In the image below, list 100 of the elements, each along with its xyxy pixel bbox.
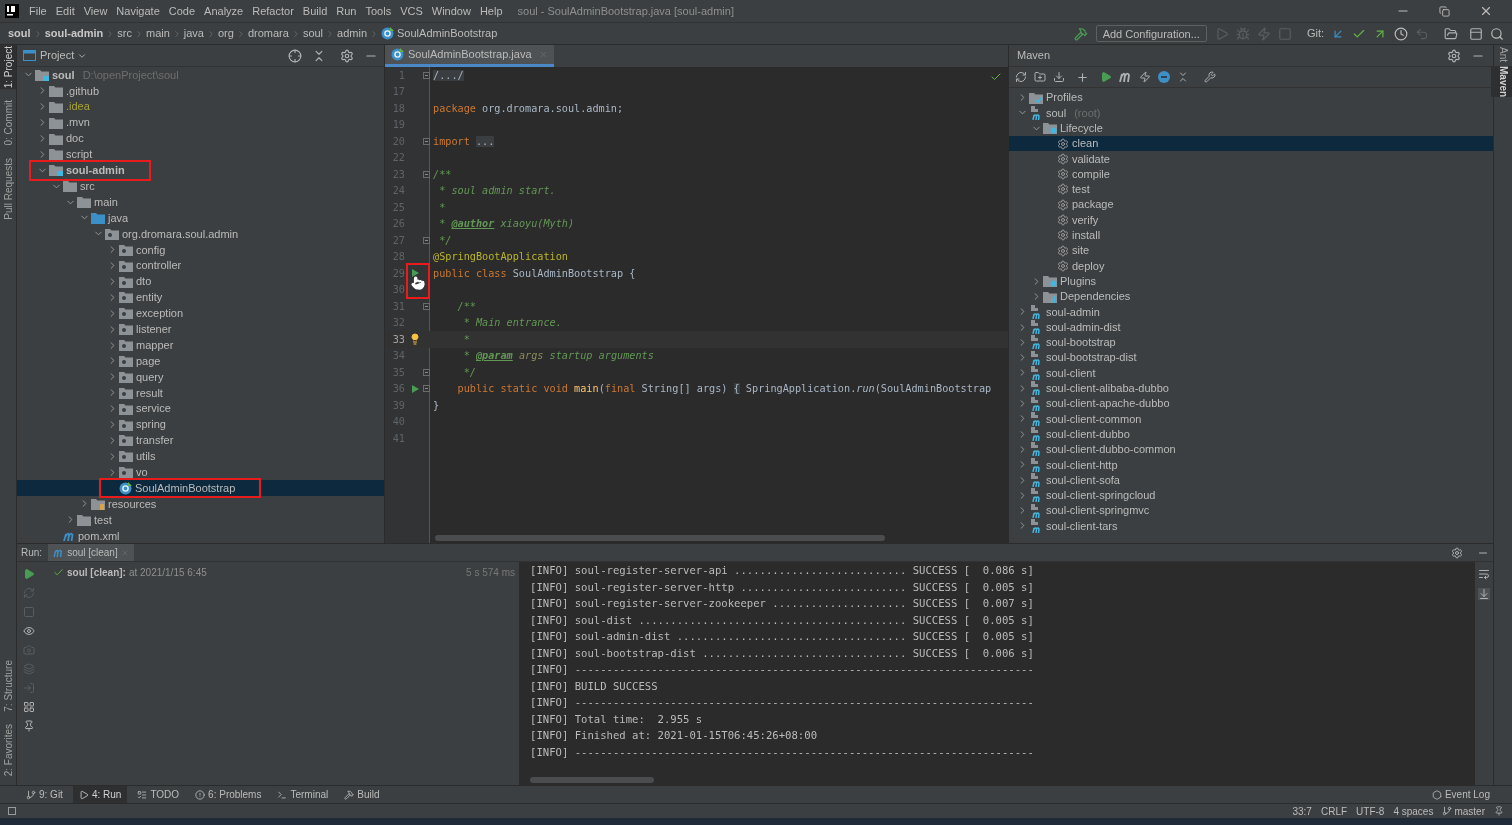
- tree-item[interactable]: Lifecycle: [1009, 120, 1493, 136]
- tree-item[interactable]: .github: [17, 82, 384, 99]
- maven-goal-icon[interactable]: [1119, 72, 1132, 82]
- menu-item[interactable]: Navigate: [112, 2, 164, 20]
- tree-item[interactable]: config: [17, 241, 384, 258]
- tree-item[interactable]: result: [17, 384, 384, 401]
- menu-item[interactable]: Window: [427, 2, 475, 20]
- rerun-icon[interactable]: [23, 568, 35, 580]
- menu-item[interactable]: Code: [164, 2, 200, 20]
- breadcrumb[interactable]: soul-admin: [44, 25, 104, 42]
- debug-icon[interactable]: [1235, 26, 1250, 41]
- restart-icon[interactable]: [23, 587, 35, 599]
- tree-item[interactable]: soul-client-springmvc: [1009, 503, 1493, 519]
- fold-icon[interactable]: [422, 170, 430, 178]
- breadcrumb[interactable]: dromara: [247, 25, 289, 42]
- tool-window-tab[interactable]: Build: [338, 786, 386, 803]
- tree-item[interactable]: vo: [17, 464, 384, 481]
- run-tab[interactable]: soul [clean]: [48, 544, 134, 561]
- menu-item[interactable]: Edit: [51, 2, 79, 20]
- camera-icon[interactable]: [23, 644, 35, 656]
- tree-item[interactable]: test: [1009, 181, 1493, 198]
- tree-item[interactable]: soul-client-common: [1009, 411, 1493, 427]
- scroll-to-end-icon[interactable]: [1478, 588, 1490, 600]
- tree-item[interactable]: soul-client-springcloud: [1009, 487, 1493, 503]
- add-icon[interactable]: [1076, 70, 1089, 84]
- run-configuration-dropdown[interactable]: Add Configuration...: [1095, 25, 1207, 42]
- status-item[interactable]: CRLF: [1320, 803, 1348, 819]
- tool-window-tab[interactable]: Pull Requests: [0, 156, 16, 221]
- tree-item[interactable]: soul-bootstrap: [1009, 334, 1493, 351]
- tree-item[interactable]: controller: [17, 257, 384, 274]
- tool-window-tab[interactable]: Maven: [1490, 66, 1512, 98]
- tool-window-tab[interactable]: TODO: [131, 786, 186, 803]
- bulb-icon[interactable]: [409, 333, 421, 346]
- menu-item[interactable]: Refactor: [248, 2, 298, 20]
- breadcrumb[interactable]: java: [183, 25, 204, 42]
- reload-icon[interactable]: [1015, 71, 1027, 83]
- tree-item[interactable]: soul-client-sofa: [1009, 472, 1493, 488]
- tree-item[interactable]: java: [17, 210, 384, 226]
- layers-icon[interactable]: [23, 663, 35, 675]
- menu-item[interactable]: VCS: [396, 2, 427, 20]
- tree-item[interactable]: query: [17, 368, 384, 385]
- breadcrumb[interactable]: org: [218, 25, 234, 42]
- tree-item[interactable]: listener: [17, 321, 384, 338]
- locate-icon[interactable]: [288, 48, 302, 63]
- pin-icon[interactable]: [23, 720, 35, 732]
- tree-item[interactable]: soul-admin-dist: [1009, 319, 1493, 335]
- tree-item[interactable]: validate: [1009, 151, 1493, 167]
- tree-item[interactable]: verify: [1009, 212, 1493, 228]
- settings-icon[interactable]: [340, 48, 354, 63]
- menu-item[interactable]: View: [79, 2, 112, 20]
- run-icon[interactable]: [1100, 71, 1112, 83]
- tree-item[interactable]: spring: [17, 416, 384, 433]
- tree-item[interactable]: .idea: [17, 98, 384, 115]
- tree-item[interactable]: install: [1009, 227, 1493, 243]
- stop-icon[interactable]: [23, 606, 35, 618]
- menu-item[interactable]: Build: [298, 2, 332, 20]
- run-icon[interactable]: [1214, 26, 1229, 41]
- tool-window-tab[interactable]: Terminal: [271, 786, 335, 803]
- tree-item[interactable]: main: [17, 194, 384, 210]
- skip-tests-icon[interactable]: [1158, 71, 1170, 83]
- breadcrumb[interactable]: SoulAdminBootstrap: [397, 25, 498, 42]
- tree-item[interactable]: Profiles: [1009, 90, 1493, 106]
- breadcrumb[interactable]: main: [145, 25, 170, 42]
- tool-window-tab[interactable]: 1: Project: [0, 45, 16, 90]
- tree-item[interactable]: Plugins: [1009, 273, 1493, 289]
- tree-item[interactable]: transfer: [17, 432, 384, 449]
- tree-item[interactable]: resources: [17, 496, 384, 512]
- breadcrumb[interactable]: admin: [337, 25, 368, 42]
- menu-item[interactable]: File: [25, 2, 51, 20]
- collapse-all-icon[interactable]: [312, 48, 326, 63]
- scrollbar-thumb[interactable]: [530, 777, 654, 783]
- view-selector[interactable]: Project: [40, 47, 88, 64]
- tree-item[interactable]: entity: [17, 289, 384, 306]
- rollback-icon[interactable]: [1415, 26, 1429, 41]
- menu-item[interactable]: Tools: [361, 2, 396, 20]
- stop-icon[interactable]: [1277, 26, 1292, 41]
- tree-item[interactable]: soul-client-tars: [1009, 518, 1493, 534]
- tree-item[interactable]: mapper: [17, 337, 384, 354]
- tree-item[interactable]: exception: [17, 305, 384, 322]
- tool-window-tab[interactable]: Ant: [1490, 47, 1512, 62]
- status-item[interactable]: 4 spaces: [1393, 803, 1434, 819]
- status-item[interactable]: 33:7: [1292, 803, 1312, 819]
- search-icon[interactable]: [1490, 26, 1504, 41]
- editor-tab[interactable]: SoulAdminBootstrap.java: [385, 45, 554, 67]
- soft-wrap-icon[interactable]: [1478, 568, 1490, 580]
- tool-window-tab[interactable]: 2: Favorites: [0, 722, 16, 777]
- tree-item[interactable]: test: [17, 511, 384, 528]
- tree-item[interactable]: soul-client-alibaba-dubbo: [1009, 380, 1493, 396]
- tree-item[interactable]: org.dromara.soul.admin: [17, 225, 384, 242]
- settings-icon[interactable]: [1451, 546, 1463, 559]
- tree-item[interactable]: soul-client-dubbo-common: [1009, 441, 1493, 458]
- settings-icon[interactable]: [1447, 48, 1461, 63]
- hammer-icon[interactable]: [1073, 26, 1088, 41]
- tool-window-tab[interactable]: 0: Commit: [0, 99, 16, 147]
- menu-item[interactable]: Analyze: [200, 2, 248, 20]
- tool-window-tab[interactable]: 6: Problems: [189, 786, 268, 803]
- tool-window-tab[interactable]: 9: Git: [20, 786, 69, 803]
- menu-item[interactable]: Run: [332, 2, 361, 20]
- tree-item[interactable]: script: [17, 146, 384, 163]
- status-item[interactable]: master: [1442, 803, 1485, 819]
